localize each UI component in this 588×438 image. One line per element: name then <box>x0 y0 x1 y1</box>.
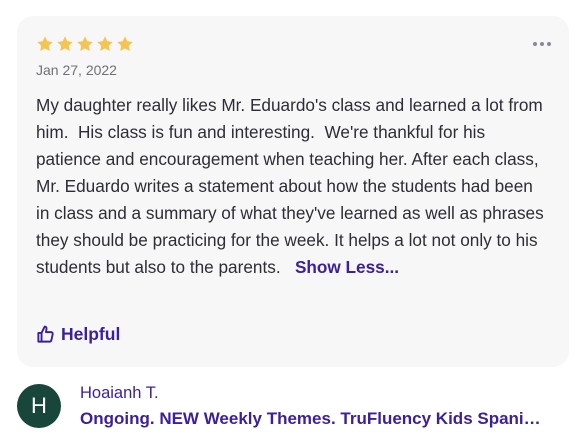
star-icon <box>76 35 94 53</box>
more-options-button[interactable] <box>533 38 551 50</box>
helpful-button[interactable]: Helpful <box>36 324 120 345</box>
review-text-block: My daughter really likes Mr. Eduardo's c… <box>36 92 546 281</box>
review-date: Jan 27, 2022 <box>36 62 117 78</box>
review-text: My daughter really likes Mr. Eduardo's c… <box>36 95 549 277</box>
show-less-link[interactable]: Show Less... <box>295 257 399 277</box>
star-icon <box>36 35 54 53</box>
star-icon <box>116 35 134 53</box>
avatar: H <box>17 384 61 428</box>
thumbs-up-icon <box>36 325 55 344</box>
more-horizontal-icon <box>533 42 537 46</box>
star-icon <box>56 35 74 53</box>
class-title-link[interactable]: Ongoing. NEW Weekly Themes. TruFluency K… <box>80 409 550 429</box>
star-icon <box>96 35 114 53</box>
star-rating <box>36 35 134 53</box>
helpful-label: Helpful <box>61 324 121 344</box>
reviewer-name[interactable]: Hoaianh T. <box>80 384 159 403</box>
avatar-initial: H <box>31 393 47 418</box>
review-card: Jan 27, 2022 My daughter really likes Mr… <box>17 16 569 367</box>
